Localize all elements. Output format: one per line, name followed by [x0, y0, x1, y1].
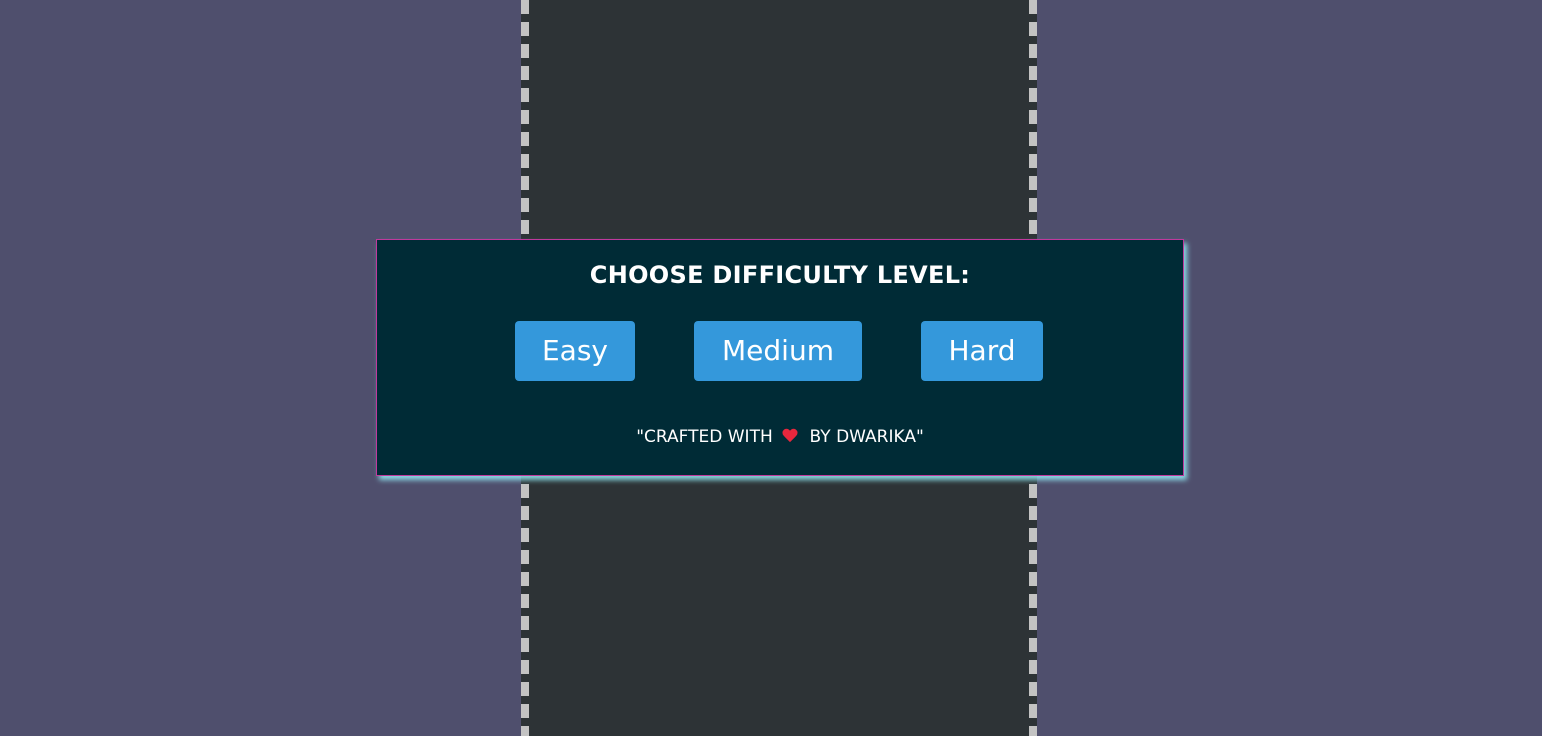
- difficulty-modal: CHOOSE DIFFICULTY LEVEL: Easy Medium Har…: [376, 239, 1184, 476]
- easy-button[interactable]: Easy: [515, 321, 635, 381]
- heart-icon: [782, 429, 798, 443]
- modal-title: CHOOSE DIFFICULTY LEVEL:: [589, 261, 971, 289]
- credit-text: "CRAFTED WITH BY DWARIKA": [377, 427, 1183, 447]
- credit-suffix: BY DWARIKA": [809, 427, 924, 447]
- hard-button[interactable]: Hard: [921, 321, 1043, 381]
- medium-button[interactable]: Medium: [694, 321, 862, 381]
- credit-prefix: "CRAFTED WITH: [636, 427, 773, 447]
